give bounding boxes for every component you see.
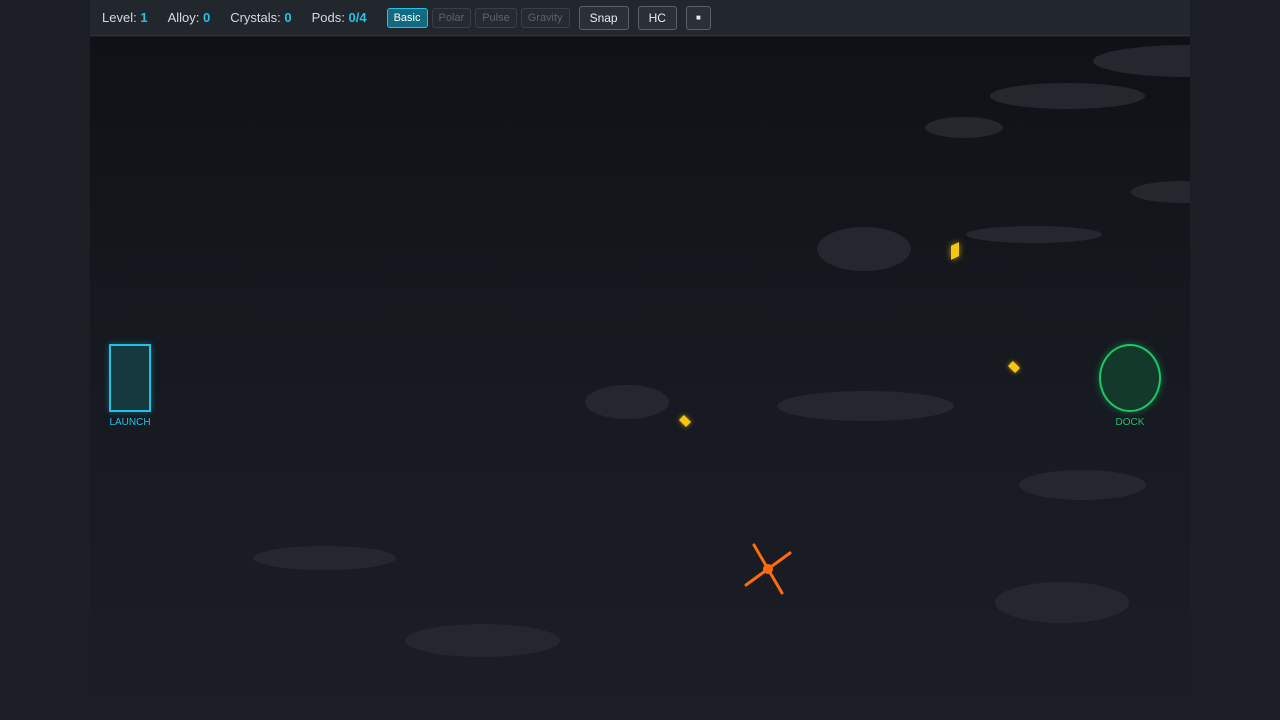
play-field[interactable]: LAUNCH DOCK [90,37,1190,720]
launch-pad [109,344,151,412]
hud-bar: Level: 1 Alloy: 0 Crystals: 0 Pods: 0/4 … [90,0,1190,36]
level-stat: Level: 1 [102,10,148,25]
asteroid-cloud [966,226,1102,243]
asteroid-cloud [995,582,1129,623]
asteroid-cloud [925,117,1003,138]
asteroid-cloud [817,227,911,271]
spinning-hazard-icon [744,543,792,595]
asteroid-cloud [990,83,1145,109]
asteroid-cloud [1131,181,1190,203]
crystal-icon [951,242,959,260]
dock-label: DOCK [1115,417,1145,428]
crystal-icon [678,414,692,428]
crystals-label: Crystals: [230,10,281,25]
level-value: 1 [140,10,148,25]
crystals-stat: Crystals: 0 [230,10,291,25]
asteroid-cloud [777,391,954,421]
alloy-label: Alloy: [167,10,200,25]
level-label: Level: [102,10,137,25]
asteroid-cloud [1019,470,1146,500]
alloy-value: 0 [202,10,211,25]
tool-basic-button[interactable]: Basic [386,7,428,28]
hc-button[interactable]: HC [637,5,677,30]
asteroid-cloud [1093,45,1190,77]
pods-label: Pods: [311,10,345,25]
tool-selector: Basic Polar Pulse Gravity [386,7,574,28]
asteroid-cloud [253,546,396,570]
launch-label: LAUNCH [109,417,151,428]
asteroid-cloud [405,624,560,657]
tool-pulse-button[interactable]: Pulse [475,7,517,28]
tool-polar-button[interactable]: Polar [431,7,472,28]
snap-button[interactable]: Snap [578,5,629,30]
game-frame: Level: 1 Alloy: 0 Crystals: 0 Pods: 0/4 … [90,0,1190,720]
pods-value: 0/4 [348,10,367,25]
tool-gravity-button[interactable]: Gravity [520,7,570,28]
alloy-stat: Alloy: 0 [168,10,211,25]
pods-stat: Pods: 0/4 [312,10,367,25]
dock-target [1099,344,1161,412]
crystal-icon [1007,360,1021,374]
asteroid-cloud [585,385,669,419]
pause-button[interactable]: ■ [685,5,711,30]
crystals-value: 0 [284,10,292,25]
